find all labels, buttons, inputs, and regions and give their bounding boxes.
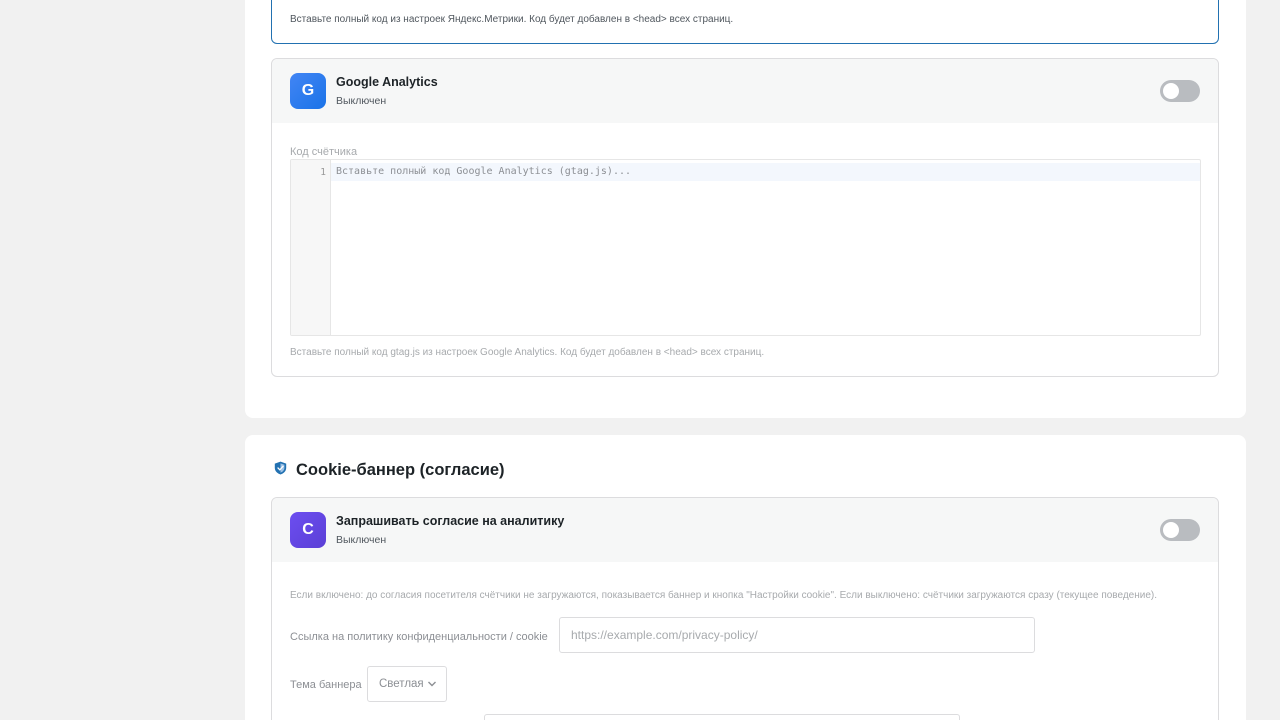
- cookie-consent-toggle[interactable]: [1160, 519, 1200, 541]
- cookie-section-title: Cookie-баннер (согласие): [296, 461, 505, 479]
- google-analytics-logo: G: [290, 73, 326, 109]
- shield-icon: [274, 461, 287, 480]
- privacy-link-input[interactable]: [559, 617, 1035, 653]
- google-analytics-card: G Google Analytics Выключен Код счётчика…: [271, 58, 1219, 377]
- cookie-section-heading: Cookie-баннер (согласие): [274, 461, 505, 480]
- code-editor-gutter: 1: [291, 160, 331, 335]
- chevron-down-icon: [427, 675, 437, 693]
- cookie-consent-logo: C: [290, 512, 326, 548]
- banner-theme-label: Тема баннера: [290, 679, 362, 691]
- line-number: 1: [320, 167, 326, 178]
- banner-theme-value: Светлая: [379, 678, 424, 690]
- toggle-knob: [1163, 522, 1179, 538]
- cookie-consent-status: Выключен: [336, 534, 387, 546]
- google-analytics-status: Выключен: [336, 95, 387, 107]
- next-setting-input[interactable]: [484, 714, 960, 720]
- google-analytics-toggle[interactable]: [1160, 80, 1200, 102]
- google-analytics-title: Google Analytics: [336, 75, 438, 89]
- yandex-metrika-hint: Вставьте полный код из настроек Яндекс.М…: [290, 14, 734, 25]
- cookie-consent-header: C Запрашивать согласие на аналитику Выкл…: [272, 498, 1218, 562]
- code-editor-placeholder: Вставьте полный код Google Analytics (gt…: [336, 166, 632, 177]
- cookie-consent-hint: Если включено: до согласия посетителя сч…: [290, 590, 1158, 601]
- toggle-knob: [1163, 83, 1179, 99]
- code-field-label: Код счётчика: [290, 146, 358, 158]
- google-analytics-header: G Google Analytics Выключен: [272, 59, 1218, 123]
- google-analytics-hint: Вставьте полный код gtag.js из настроек …: [290, 347, 765, 358]
- privacy-link-label: Ссылка на политику конфиденциальности / …: [290, 631, 548, 643]
- banner-theme-select[interactable]: Светлая: [367, 666, 447, 702]
- google-analytics-code-editor[interactable]: 1 Вставьте полный код Google Analytics (…: [290, 159, 1201, 336]
- cookie-consent-card: C Запрашивать согласие на аналитику Выкл…: [271, 497, 1219, 720]
- cookie-consent-title: Запрашивать согласие на аналитику: [336, 514, 565, 528]
- yandex-metrika-card: Вставьте полный код из настроек Яндекс.М…: [271, 0, 1219, 44]
